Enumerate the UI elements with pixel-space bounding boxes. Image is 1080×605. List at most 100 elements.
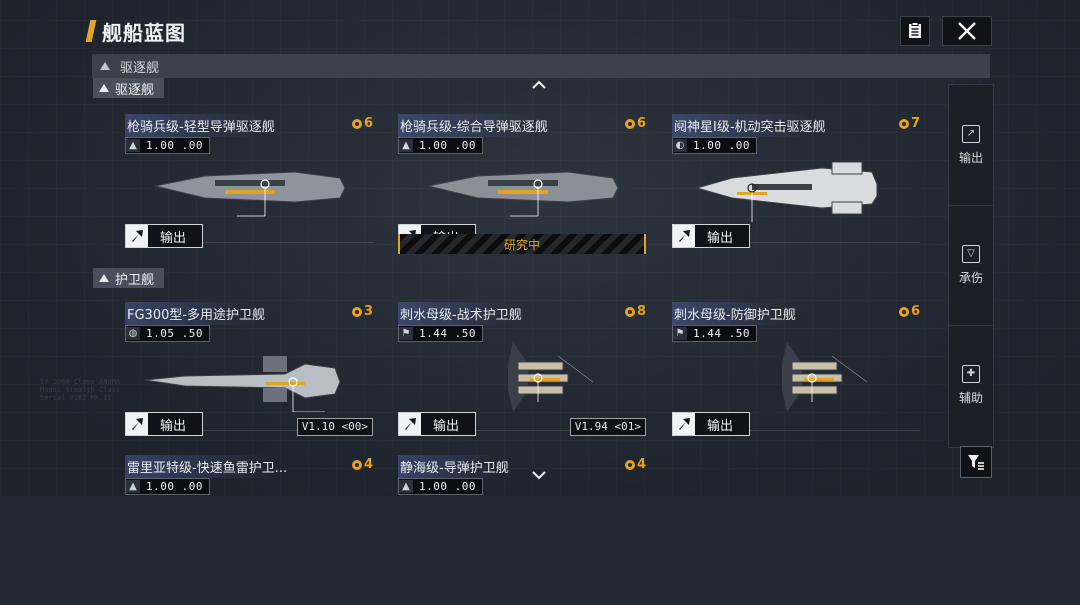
category-tab[interactable]: 驱逐舰 xyxy=(92,54,990,78)
ship-stat: ◐ 1.00 .00 xyxy=(672,137,757,154)
collapse-triangle-icon xyxy=(100,62,110,70)
research-status-bar: 研究中 xyxy=(398,234,646,254)
export-label: 输出 xyxy=(160,418,187,434)
export-arrow-icon xyxy=(126,225,148,247)
cost-gear-icon xyxy=(351,459,362,470)
cost-gear-icon xyxy=(624,118,635,129)
export-arrow-icon xyxy=(673,413,695,435)
chevron-up-icon[interactable] xyxy=(532,80,546,90)
stat-value: 1.00 .00 xyxy=(693,139,750,152)
role-filter-panel: ↗ 输出 ▽ 承伤 ✚ 辅助 xyxy=(948,84,994,448)
shield-icon: ▽ xyxy=(962,244,980,263)
document-icon xyxy=(909,22,921,38)
ship-stat: ▲ 1.00 .00 xyxy=(398,478,483,495)
blueprint-decoration: SY 1066 Class ANUMA Model Stealth Class … xyxy=(40,378,121,402)
role-tab-label: 输出 xyxy=(958,150,983,165)
ship-blueprint-image xyxy=(145,356,341,412)
ship-card[interactable]: 刺水母级-战术护卫舰 8 ⚑ 1.44 .50 输出 V1.94 <01> xyxy=(398,302,646,452)
missile-icon: ▲ xyxy=(126,139,140,152)
ship-stat: ▲ 1.00 .00 xyxy=(125,137,210,154)
cost-gear-icon xyxy=(351,306,362,317)
ship-card[interactable]: 刺水母级-防御护卫舰 6 ⚑ 1.44 .50 输出 xyxy=(672,302,920,452)
export-arrow-icon xyxy=(126,413,148,435)
ship-name: 刺水母级-战术护卫舰 xyxy=(398,302,524,325)
page-title: 舰船蓝图 xyxy=(102,20,186,45)
export-label: 输出 xyxy=(160,230,187,246)
close-button[interactable] xyxy=(942,16,992,46)
section-label: 护卫舰 xyxy=(115,272,155,288)
missile-icon: ▲ xyxy=(399,139,413,152)
ship-blueprint-image xyxy=(154,171,346,217)
ship-name: 雷里亚特级-快速鱼雷护卫... xyxy=(125,455,290,478)
ship-card[interactable]: 阋神星I级-机动突击驱逐舰 7 ◐ 1.00 .00 输出 xyxy=(672,114,920,264)
triangle-icon xyxy=(99,274,109,282)
ship-stat: ⚑ 1.44 .50 xyxy=(672,325,757,342)
section-label: 驱逐舰 xyxy=(115,82,155,98)
ship-stat: ◍ 1.05 .50 xyxy=(125,325,210,342)
blueprint-baseline xyxy=(185,242,373,243)
export-button[interactable]: 输出 xyxy=(125,224,203,248)
header: 舰船蓝图 xyxy=(85,14,186,48)
speed-icon: ◐ xyxy=(673,139,687,152)
role-tab-tank[interactable]: ▽ 承伤 xyxy=(949,205,993,326)
cost-gear-icon xyxy=(351,118,362,129)
section-header-frigate[interactable]: 护卫舰 xyxy=(93,268,165,288)
stat-value: 1.00 .00 xyxy=(419,480,476,493)
export-button[interactable]: 输出 xyxy=(125,412,203,436)
cost-value: 6 xyxy=(910,304,920,319)
ship-blueprint-image xyxy=(427,171,619,217)
flag-icon: ⚑ xyxy=(399,327,413,340)
ship-cost: 6 xyxy=(624,116,646,131)
blueprint-baseline xyxy=(732,430,920,431)
ship-cost: 8 xyxy=(624,304,646,319)
export-button[interactable]: 输出 xyxy=(398,412,476,436)
export-arrow-icon xyxy=(399,413,421,435)
category-label: 驱逐舰 xyxy=(120,60,160,76)
document-button[interactable] xyxy=(900,16,930,46)
export-label: 输出 xyxy=(707,230,734,246)
ship-blueprint-image xyxy=(508,342,594,412)
flag-icon: ⚑ xyxy=(673,327,687,340)
filter-icon xyxy=(968,455,984,470)
ship-name: 阋神星I级-机动突击驱逐舰 xyxy=(672,114,828,137)
ship-cost: 6 xyxy=(351,116,373,131)
cost-value: 4 xyxy=(363,457,373,472)
cost-value: 7 xyxy=(910,116,920,131)
export-label: 输出 xyxy=(707,418,734,434)
stat-value: 1.05 .50 xyxy=(146,327,203,340)
missile-icon: ▲ xyxy=(399,480,413,493)
export-button[interactable]: 输出 xyxy=(672,412,750,436)
ship-name: FG300型-多用途护卫舰 xyxy=(125,302,268,325)
ship-card[interactable]: 枪骑兵级-综合导弹驱逐舰 6 ▲ 1.00 .00 输出研究中 xyxy=(398,114,646,264)
ship-cost: 3 xyxy=(351,304,373,319)
ship-cost: 7 xyxy=(898,116,920,131)
cost-value: 6 xyxy=(363,116,373,131)
cost-value: 3 xyxy=(363,304,373,319)
export-icon: ↗ xyxy=(962,124,980,143)
section-header-destroyer[interactable]: 驱逐舰 xyxy=(93,78,165,98)
cost-gear-icon xyxy=(898,306,909,317)
ship-name: 刺水母级-防御护卫舰 xyxy=(672,302,798,325)
triangle-icon xyxy=(99,84,109,92)
ship-cost: 4 xyxy=(351,457,373,472)
ship-card[interactable]: 枪骑兵级-轻型导弹驱逐舰 6 ▲ 1.00 .00 输出 xyxy=(125,114,373,264)
ship-card[interactable]: FG300型-多用途护卫舰 3 ◍ 1.05 .50 输出 V1.10 <00> xyxy=(125,302,373,452)
ship-card[interactable]: 雷里亚特级-快速鱼雷护卫... 4 ▲ 1.00 .00 xyxy=(125,455,373,605)
stat-value: 1.00 .00 xyxy=(419,139,476,152)
ship-blueprint-image xyxy=(782,342,868,412)
export-button[interactable]: 输出 xyxy=(672,224,750,248)
blueprint-baseline xyxy=(732,242,920,243)
role-tab-support[interactable]: ✚ 辅助 xyxy=(949,325,993,445)
ship-card[interactable]: 静海级-导弹护卫舰 4 ▲ 1.00 .00 xyxy=(398,455,646,605)
role-tab-label: 承伤 xyxy=(958,270,983,285)
globe-icon: ◍ xyxy=(126,327,140,340)
cost-gear-icon xyxy=(624,459,635,470)
stat-value: 1.00 .00 xyxy=(146,139,203,152)
ship-stat: ▲ 1.00 .00 xyxy=(398,137,483,154)
chevron-down-icon[interactable] xyxy=(532,470,546,480)
role-tab-output[interactable]: ↗ 输出 xyxy=(949,85,993,206)
filter-button[interactable] xyxy=(960,446,992,478)
cost-value: 4 xyxy=(636,457,646,472)
ship-stat: ▲ 1.00 .00 xyxy=(125,478,210,495)
ship-blueprint-image xyxy=(695,161,878,222)
